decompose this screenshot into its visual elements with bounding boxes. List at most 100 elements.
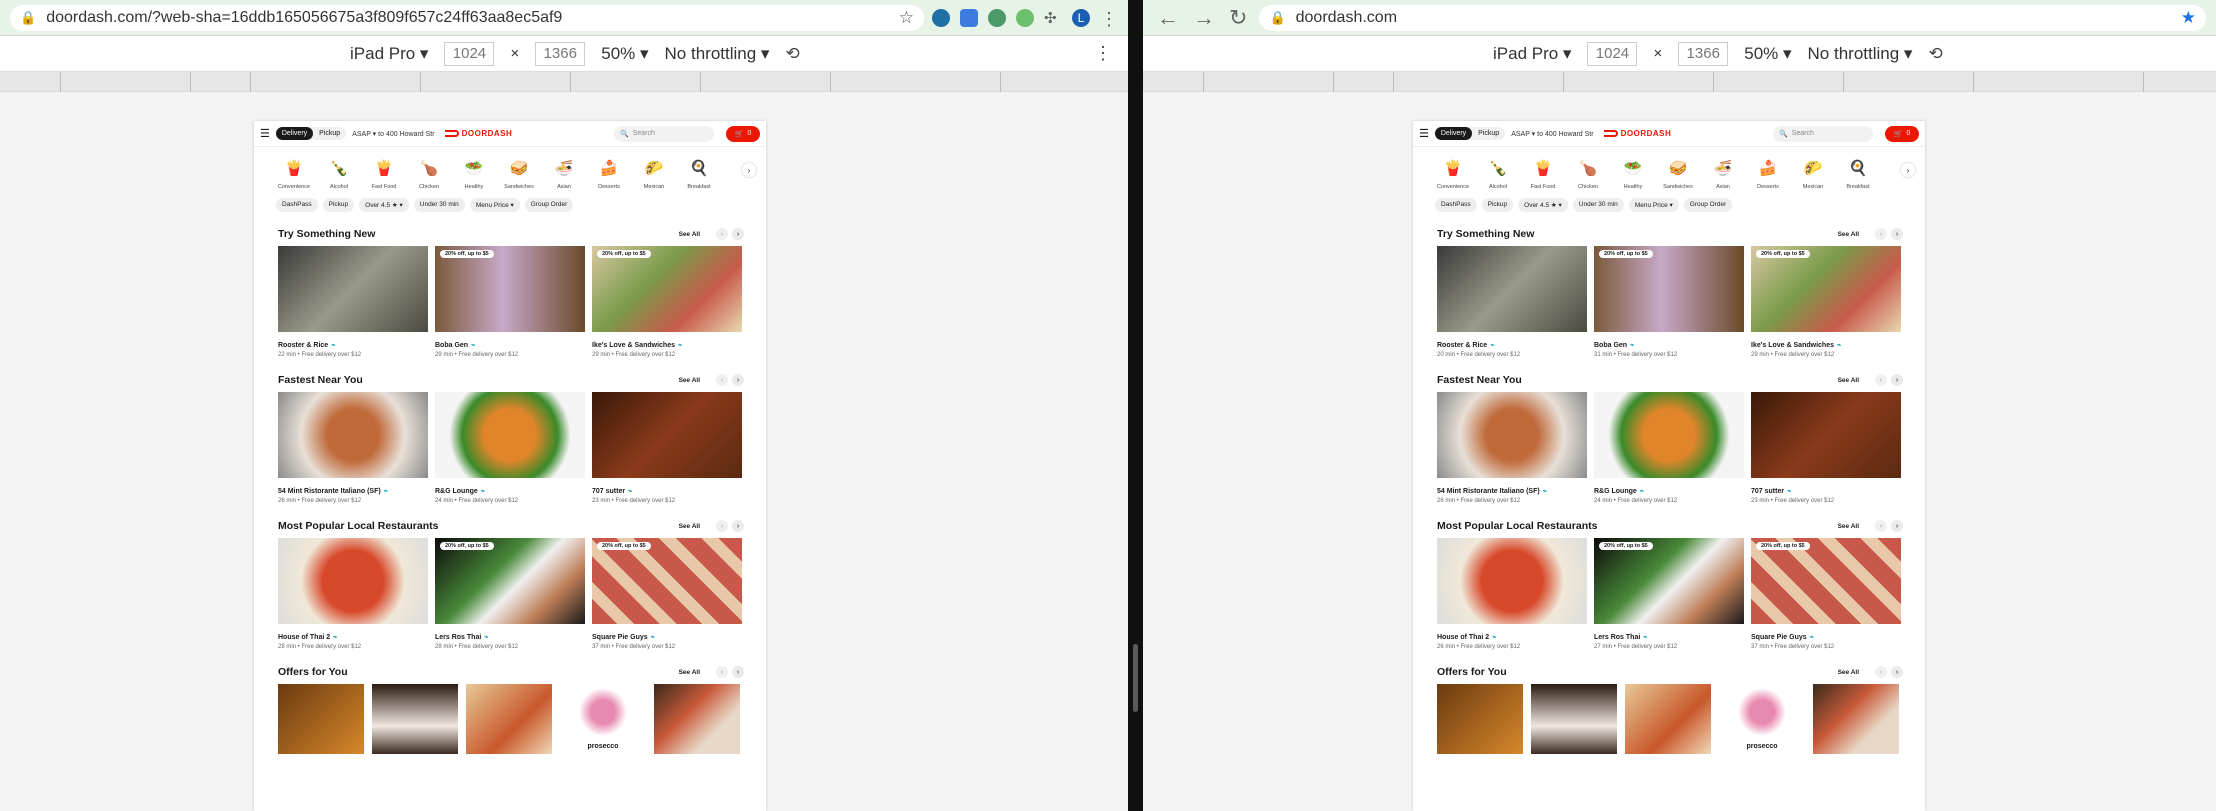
category-mexican[interactable]: 🌮 Mexican: [1795, 155, 1831, 190]
restaurant-card[interactable]: Rooster & Rice ⌁ 20 min • Free delivery ov…: [1437, 246, 1587, 358]
split-divider[interactable]: [1128, 0, 1143, 811]
offer-card[interactable]: [278, 684, 364, 754]
delivery-pickup-toggle[interactable]: Delivery Pickup: [275, 127, 347, 140]
reload-icon[interactable]: ↻: [1229, 5, 1247, 31]
restaurant-card[interactable]: 707 sutter ⌁ 23 min • Free delivery over $…: [1751, 392, 1901, 504]
cart-button[interactable]: 🛒 0: [726, 125, 760, 142]
offer-card[interactable]: [372, 684, 458, 754]
restaurant-card[interactable]: R&G Lounge ⌁ 24 min • Free delivery over $…: [435, 392, 585, 504]
chevron-right-icon[interactable]: ›: [1891, 228, 1903, 240]
filter-under-30[interactable]: Under 30 min: [413, 198, 465, 212]
chevron-left-icon[interactable]: ‹: [716, 228, 728, 240]
chevron-left-icon[interactable]: ‹: [716, 666, 728, 678]
category-breakfast[interactable]: 🍳 Breakfast: [1840, 155, 1876, 190]
see-all-link[interactable]: See All: [1838, 523, 1859, 530]
throttle-select[interactable]: No throttling ▾: [1808, 44, 1913, 64]
chevron-right-icon[interactable]: ›: [742, 163, 756, 177]
height-input[interactable]: 1366: [1678, 41, 1729, 66]
restaurant-card[interactable]: Rooster & Rice ⌁ 22 min • Free delivery ov…: [278, 246, 428, 358]
restaurant-card[interactable]: 20% off, up to $5 Square Pie Guys ⌁ 37 min …: [1751, 538, 1901, 650]
filter-rating[interactable]: Over 4.5 ★ ▾: [1518, 198, 1568, 212]
see-all-link[interactable]: See All: [1838, 669, 1859, 676]
filter-group-order[interactable]: Group Order: [524, 198, 574, 212]
width-input[interactable]: 1024: [1587, 41, 1638, 66]
restaurant-card[interactable]: 20% off, up to $5 Boba Gen ⌁ 29 min • Free …: [435, 246, 585, 358]
puzzle-icon[interactable]: ✣: [1044, 9, 1062, 27]
category-asian[interactable]: 🍜 Asian: [1705, 155, 1741, 190]
filter-under-30[interactable]: Under 30 min: [1572, 198, 1624, 212]
chevron-left-icon[interactable]: ‹: [1875, 228, 1887, 240]
filter-menu-price[interactable]: Menu Price ▾: [469, 198, 520, 212]
pickup-option[interactable]: Pickup: [313, 127, 346, 140]
more-menu-icon[interactable]: ⋮: [1094, 43, 1112, 64]
category-asian[interactable]: 🍜 Asian: [546, 155, 582, 190]
chevron-right-icon[interactable]: ›: [732, 520, 744, 532]
divider-grip[interactable]: [1133, 644, 1138, 712]
see-all-link[interactable]: See All: [1838, 377, 1859, 384]
restaurant-card[interactable]: 20% off, up to $5 Square Pie Guys ⌁ 37 min …: [592, 538, 742, 650]
filter-pickup[interactable]: Pickup: [322, 198, 355, 212]
restaurant-card[interactable]: 20% off, up to $5 Boba Gen ⌁ 31 min • Free …: [1594, 246, 1744, 358]
see-all-link[interactable]: See All: [679, 669, 700, 676]
category-desserts[interactable]: 🍰 Desserts: [591, 155, 627, 190]
see-all-link[interactable]: See All: [1838, 231, 1859, 238]
height-input[interactable]: 1366: [535, 41, 586, 66]
extension-icon[interactable]: [932, 8, 950, 27]
category-convenience[interactable]: 🍟 Convenience: [1435, 155, 1471, 190]
extension-icon[interactable]: [1016, 8, 1034, 27]
menu-icon[interactable]: ☰: [260, 127, 270, 140]
restaurant-card[interactable]: 20% off, up to $5 Lers Ros Thai ⌁ 28 min • …: [435, 538, 585, 650]
category-healthy[interactable]: 🥗 Healthy: [456, 155, 492, 190]
forward-arrow-icon[interactable]: →: [1193, 5, 1215, 31]
delivery-option[interactable]: Delivery: [1434, 127, 1473, 140]
doordash-logo[interactable]: DOORDASH: [1603, 129, 1672, 138]
chevron-right-icon[interactable]: ›: [732, 666, 744, 678]
delivery-option[interactable]: Delivery: [275, 127, 314, 140]
category-convenience[interactable]: 🍟 Convenience: [276, 155, 312, 190]
restaurant-card[interactable]: 20% off, up to $5 Ike's Love & Sandwiches…: [1751, 246, 1901, 358]
restaurant-card[interactable]: House of Thai 2 ⌁ 26 min • Free delivery o…: [1437, 538, 1587, 650]
category-sandwiches[interactable]: 🥪 Sandwiches: [1660, 155, 1696, 190]
category-alcohol[interactable]: 🍾 Alcohol: [1480, 155, 1516, 190]
chevron-left-icon[interactable]: ‹: [1875, 374, 1887, 386]
bookmark-star-icon[interactable]: ★: [2181, 8, 2196, 28]
chevron-right-icon[interactable]: ›: [1891, 374, 1903, 386]
zoom-select[interactable]: 50% ▾: [601, 44, 648, 64]
offer-card[interactable]: [466, 684, 552, 754]
chevron-left-icon[interactable]: ‹: [1875, 520, 1887, 532]
filter-rating[interactable]: Over 4.5 ★ ▾: [359, 198, 409, 212]
filter-menu-price[interactable]: Menu Price ▾: [1628, 198, 1679, 212]
chevron-right-icon[interactable]: ›: [732, 228, 744, 240]
restaurant-card[interactable]: 20% off, up to $5 Ike's Love & Sandwiches…: [592, 246, 742, 358]
restaurant-card[interactable]: 20% off, up to $5 Lers Ros Thai ⌁ 27 min • …: [1594, 538, 1744, 650]
chevron-right-icon[interactable]: ›: [1901, 163, 1915, 177]
category-chicken[interactable]: 🍗 Chicken: [1570, 155, 1606, 190]
address-selector[interactable]: ASAP ▾ to 400 Howard Str: [352, 130, 434, 138]
category-breakfast[interactable]: 🍳 Breakfast: [681, 155, 717, 190]
offer-card[interactable]: [1437, 684, 1523, 754]
bookmark-star-icon[interactable]: ☆: [899, 8, 914, 28]
category-desserts[interactable]: 🍰 Desserts: [1750, 155, 1786, 190]
restaurant-card[interactable]: House of Thai 2 ⌁ 28 min • Free delivery o…: [278, 538, 428, 650]
zoom-extension-icon[interactable]: [960, 8, 978, 27]
category-fast-food[interactable]: 🍟 Fast Food: [366, 155, 402, 190]
back-arrow-icon[interactable]: ←: [1157, 5, 1179, 31]
filter-dashpass[interactable]: DashPass: [1435, 198, 1477, 212]
offer-card[interactable]: [1625, 684, 1711, 754]
restaurant-card[interactable]: R&G Lounge ⌁ 24 min • Free delivery over $…: [1594, 392, 1744, 504]
zoom-select[interactable]: 50% ▾: [1744, 44, 1791, 64]
profile-avatar[interactable]: L: [1072, 8, 1090, 27]
chevron-left-icon[interactable]: ‹: [716, 374, 728, 386]
search-input[interactable]: 🔍 Search: [1773, 125, 1873, 142]
doordash-logo[interactable]: DOORDASH: [444, 129, 513, 138]
restaurant-card[interactable]: 54 Mint Ristorante Italiano (SF) ⌁ 26 min …: [1437, 392, 1587, 504]
offer-card[interactable]: [1531, 684, 1617, 754]
menu-icon[interactable]: ☰: [1419, 127, 1429, 140]
chevron-left-icon[interactable]: ‹: [1875, 666, 1887, 678]
chevron-right-icon[interactable]: ›: [1891, 666, 1903, 678]
see-all-link[interactable]: See All: [679, 523, 700, 530]
restaurant-card[interactable]: 707 sutter ⌁ 23 min • Free delivery over $…: [592, 392, 742, 504]
address-bar[interactable]: 🔒 doordash.com/?web-sha=16ddb165056675a3…: [10, 4, 924, 31]
rotate-icon[interactable]: ⟲: [1928, 44, 1942, 64]
rotate-icon[interactable]: ⟲: [785, 44, 799, 64]
